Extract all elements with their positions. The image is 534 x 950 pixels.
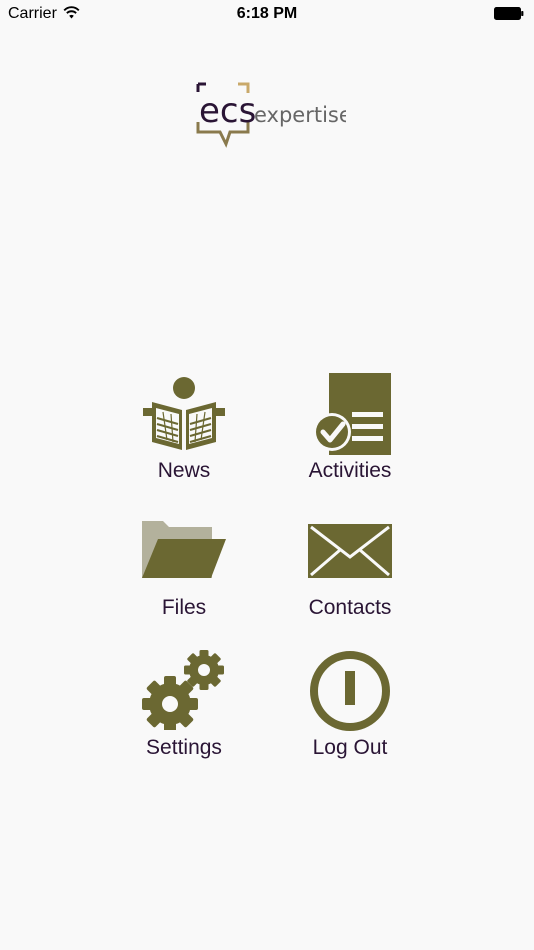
menu-label-settings: Settings <box>146 736 222 759</box>
menu-item-activities[interactable]: Activities <box>275 372 425 487</box>
menu-label-files: Files <box>161 596 207 619</box>
menu-label-log-out: Log Out <box>312 736 388 759</box>
power-icon <box>310 651 390 731</box>
folder-icon <box>142 521 226 578</box>
newspaper-reader-icon <box>143 377 225 450</box>
checklist-document-icon <box>313 373 391 455</box>
menu-item-log-out[interactable]: Log Out <box>275 650 425 762</box>
menu-label-news: News <box>157 459 211 482</box>
menu-item-files[interactable]: Files <box>109 520 259 625</box>
menu-item-news[interactable]: News <box>109 372 259 487</box>
logo-mark: ecs <box>199 91 256 131</box>
menu-item-settings[interactable]: Settings <box>109 650 259 762</box>
envelope-icon <box>308 524 392 578</box>
app-logo: ecs expertise <box>196 82 352 150</box>
menu-label-contacts: Contacts <box>308 596 392 619</box>
status-bar: Carrier 6:18 PM <box>0 0 534 28</box>
menu-label-activities: Activities <box>308 459 392 482</box>
gears-icon <box>142 650 224 730</box>
clock: 6:18 PM <box>236 5 298 22</box>
logo-word: expertise <box>254 103 346 127</box>
battery-icon <box>494 7 524 20</box>
menu-item-contacts[interactable]: Contacts <box>275 524 425 625</box>
